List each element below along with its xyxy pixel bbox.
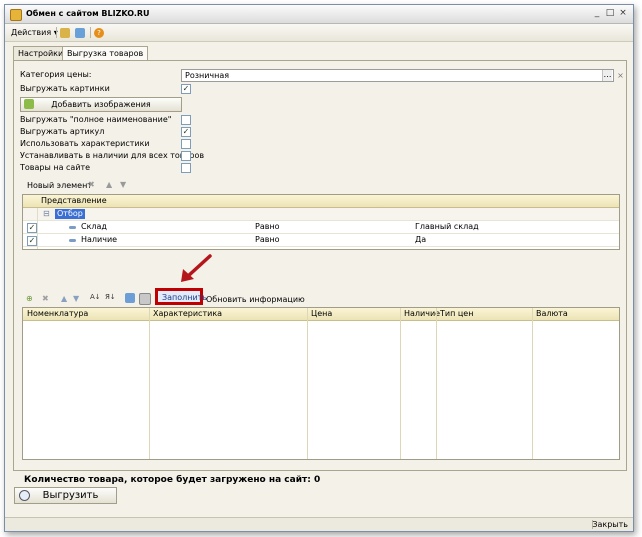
table-settings-icon[interactable] (125, 293, 135, 303)
main-toolbar: Действия ▾ ? (5, 24, 633, 42)
fill-button[interactable]: Заполнить (162, 293, 207, 303)
goods-export-panel: Категория цены: Розничная … × Выгружать … (13, 60, 627, 471)
filter-value: Да (415, 235, 427, 244)
update-info-button[interactable]: Обновить информацию (206, 295, 305, 304)
column-divider (37, 208, 38, 249)
column-divider (400, 308, 401, 459)
arrow-down-icon[interactable]: ▼ (73, 294, 79, 303)
arrow-up-icon[interactable]: ▲ (106, 180, 112, 189)
help-button[interactable]: ? (94, 27, 104, 38)
sort-desc-icon[interactable]: Я↓ (105, 293, 116, 301)
column-divider (532, 308, 533, 459)
price-category-field[interactable]: Розничная … × (181, 69, 624, 82)
arrow-up-icon[interactable]: ▲ (61, 294, 67, 303)
app-icon (10, 9, 22, 21)
export-full-name-label: Выгружать "полное наименование" (20, 115, 172, 124)
filter-row-checkbox[interactable]: ✓ (27, 236, 37, 246)
column-header-view: Представление (41, 196, 107, 205)
price-category-label: Категория цены: (20, 70, 92, 79)
goods-on-site-label: Товары на сайте (20, 163, 91, 172)
add-image-icon (24, 99, 34, 109)
column-header-nomenclature[interactable]: Номенклатура (27, 308, 88, 320)
filter-item-icon (69, 239, 76, 242)
window-title: Обмен с сайтом BLIZKO.RU (26, 9, 150, 18)
column-header-availability[interactable]: Наличие (404, 308, 440, 320)
set-in-stock-checkbox[interactable] (181, 151, 191, 161)
delete-icon[interactable]: ✖ (88, 180, 95, 189)
goods-grid: Номенклатура Характеристика Цена Наличие… (22, 307, 620, 460)
restore-settings-button[interactable] (75, 27, 85, 38)
column-divider (436, 308, 437, 459)
filter-row-checkbox[interactable]: ✓ (27, 223, 37, 233)
upload-label: Выгрузить (42, 490, 99, 501)
filter-condition: Равно (255, 235, 280, 244)
fill-button-highlight[interactable]: Заполнить (155, 288, 207, 305)
close-button[interactable]: Закрыть (592, 519, 628, 530)
collapse-icon[interactable]: ⊟ (43, 208, 50, 220)
column-divider (149, 308, 150, 459)
settings-load-icon (75, 27, 85, 38)
filter-field-name: Склад (81, 222, 107, 231)
export-images-checkbox[interactable]: ✓ (181, 84, 191, 94)
help-icon: ? (94, 27, 104, 38)
minimize-button[interactable]: _ (591, 8, 603, 19)
column-header-characteristic[interactable]: Характеристика (153, 308, 222, 320)
filter-item-icon (69, 226, 76, 229)
filter-group-row[interactable]: ⊟ Отбор (23, 208, 619, 221)
export-article-checkbox[interactable]: ✓ (181, 127, 191, 137)
close-window-button[interactable]: × (617, 8, 629, 19)
column-header-price-type[interactable]: Тип цен (440, 308, 473, 320)
add-row-icon[interactable]: ⊕ (26, 294, 33, 303)
export-article-label: Выгружать артикул (20, 127, 105, 136)
status-bar: Закрыть (5, 517, 633, 531)
delete-row-icon[interactable]: ✖ (42, 294, 49, 303)
filter-row[interactable]: ✓ Склад Равно Главный склад (23, 221, 619, 234)
copy-icon[interactable] (139, 293, 151, 305)
upload-icon (19, 490, 30, 501)
save-settings-button[interactable] (60, 27, 70, 38)
filter-row[interactable]: ✓ Наличие Равно Да (23, 234, 619, 247)
column-divider (307, 308, 308, 459)
actions-menu[interactable]: Действия ▾ (11, 27, 58, 38)
filter-value: Главный склад (415, 222, 479, 231)
upload-button[interactable]: Выгрузить (14, 487, 117, 504)
toolbar-separator (56, 27, 57, 38)
goods-on-site-checkbox[interactable] (181, 163, 191, 173)
title-bar: Обмен с сайтом BLIZKO.RU _ □ × (5, 5, 633, 24)
tab-goods-export[interactable]: Выгрузка товаров (62, 46, 149, 61)
filter-grid: Представление ⊟ Отбор ✓ Склад Равно Глав… (22, 194, 620, 250)
goods-grid-header: Номенклатура Характеристика Цена Наличие… (23, 308, 619, 321)
add-images-button[interactable]: Добавить изображения (20, 97, 182, 112)
filter-condition: Равно (255, 222, 280, 231)
filter-field-name: Наличие (81, 235, 118, 244)
use-characteristics-label: Использовать характеристики (20, 139, 150, 148)
export-full-name-checkbox[interactable] (181, 115, 191, 125)
clear-icon[interactable]: × (615, 70, 626, 81)
settings-save-icon (60, 27, 70, 38)
column-header-currency[interactable]: Валюта (536, 308, 568, 320)
red-arrow-annotation (181, 254, 212, 282)
set-in-stock-label: Устанавливать в наличии для всех товаров (20, 151, 205, 160)
filter-group-label: Отбор (55, 209, 85, 219)
toolbar-separator (90, 27, 91, 38)
exchange-window: Обмен с сайтом BLIZKO.RU _ □ × Действия … (4, 4, 634, 532)
maximize-button[interactable]: □ (604, 8, 616, 19)
filter-grid-header: Представление (23, 195, 619, 208)
actions-label: Действия (11, 28, 52, 37)
price-category-value: Розничная (185, 71, 230, 80)
arrow-down-icon[interactable]: ▼ (120, 180, 126, 189)
tab-settings[interactable]: Настройки (13, 46, 69, 60)
export-images-label: Выгружать картинки (20, 84, 110, 93)
new-element-button[interactable]: Новый элемент (27, 181, 92, 190)
add-images-label: Добавить изображения (51, 100, 151, 109)
use-characteristics-checkbox[interactable] (181, 139, 191, 149)
column-header-price[interactable]: Цена (311, 308, 332, 320)
goods-count-summary: Количество товара, которое будет загруже… (24, 475, 321, 485)
select-dots-icon[interactable]: … (602, 70, 612, 81)
sort-asc-icon[interactable]: A↓ (90, 293, 101, 301)
